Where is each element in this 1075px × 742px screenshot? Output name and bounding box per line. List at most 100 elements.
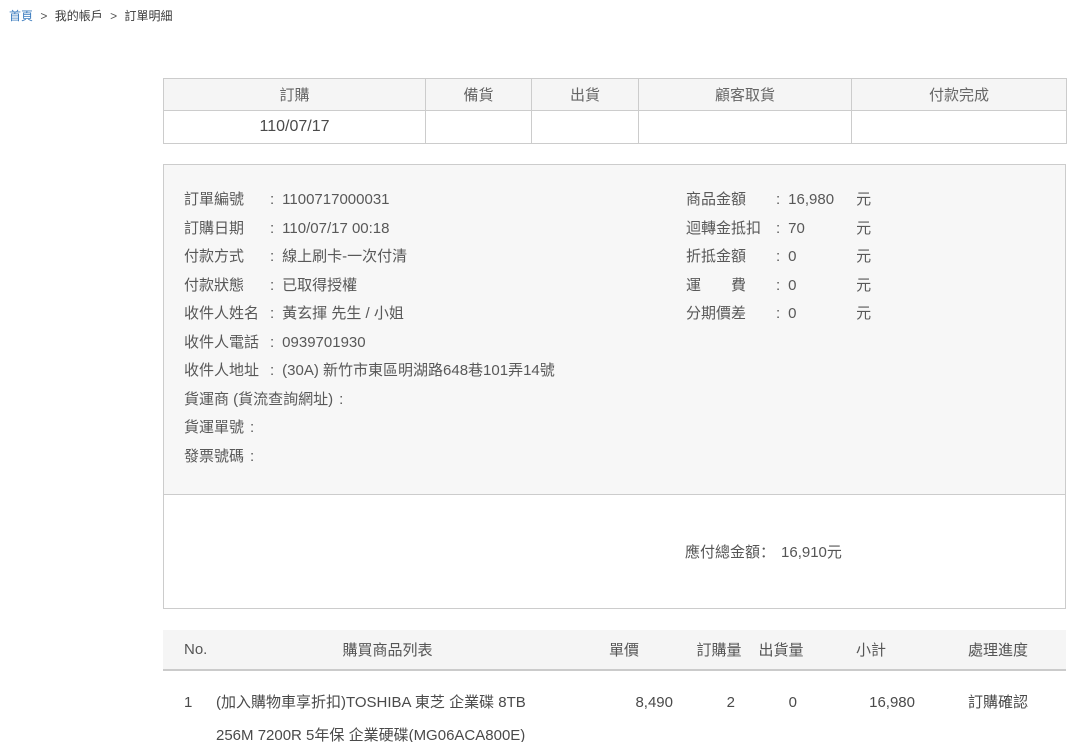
discount-amount-label: 折抵金額 bbox=[686, 243, 776, 272]
status-header-shipped: 出貨 bbox=[532, 79, 639, 111]
status-value-preparing bbox=[426, 111, 532, 144]
status-header-pickup: 顧客取貨 bbox=[639, 79, 852, 111]
order-total-section: 應付總金額： 16,910元 bbox=[164, 495, 1065, 608]
product-row-ship-qty: 0 bbox=[750, 670, 812, 742]
breadcrumb-home-link[interactable]: 首頁 bbox=[9, 9, 33, 23]
recipient-address-value: (30A) 新竹市東區明湖路648巷101弄14號 bbox=[282, 357, 555, 386]
payment-status-row: 付款狀態: 已取得授權 bbox=[184, 272, 686, 301]
currency-unit: 元 bbox=[856, 186, 871, 215]
colon: : bbox=[250, 443, 254, 472]
tracking-number-row: 貨運單號: bbox=[184, 414, 686, 443]
order-number-value: 1100717000031 bbox=[282, 186, 389, 215]
status-value-pickup bbox=[639, 111, 852, 144]
rebate-deduction-row: 迴轉金抵扣:70元 bbox=[686, 215, 1055, 244]
discount-amount-row: 折抵金額:0元 bbox=[686, 243, 1055, 272]
breadcrumb-account: 我的帳戶 bbox=[55, 9, 103, 23]
order-info-right-column: 商品金額:16,980元 迴轉金抵扣:70元 折抵金額:0元 運 費:0元 分期… bbox=[686, 186, 1055, 471]
colon: : bbox=[776, 186, 780, 215]
colon: : bbox=[339, 386, 343, 415]
product-row-no: 1 bbox=[163, 670, 215, 742]
order-date-row: 訂購日期:110/07/17 00:18 bbox=[184, 215, 686, 244]
product-header-name: 購買商品列表 bbox=[215, 630, 560, 670]
product-row-name: (加入購物車享折扣)TOSHIBA 東芝 企業碟 8TB 256M 7200R … bbox=[215, 670, 560, 742]
colon: : bbox=[270, 300, 274, 329]
colon: : bbox=[776, 272, 780, 301]
carrier-row: 貨運商 (貨流查詢網址): bbox=[184, 386, 686, 415]
goods-amount-label: 商品金額 bbox=[686, 186, 776, 215]
shipping-fee-label: 運 費 bbox=[686, 272, 776, 301]
product-row: 1 (加入購物車享折扣)TOSHIBA 東芝 企業碟 8TB 256M 7200… bbox=[163, 670, 1066, 742]
order-status-table: 訂購 備貨 出貨 顧客取貨 付款完成 110/07/17 bbox=[163, 78, 1067, 144]
goods-amount-value: 16,980 bbox=[788, 186, 856, 215]
product-row-subtotal: 16,980 bbox=[812, 670, 930, 742]
colon: : bbox=[776, 300, 780, 329]
discount-amount-value: 0 bbox=[788, 243, 856, 272]
order-info-box: 訂單編號:1100717000031 訂購日期:110/07/17 00:18 … bbox=[163, 164, 1066, 609]
product-row-unit-price: 8,490 bbox=[560, 670, 688, 742]
installment-difference-row: 分期價差:0元 bbox=[686, 300, 1055, 329]
order-date-label: 訂購日期 bbox=[184, 215, 270, 244]
currency-unit: 元 bbox=[856, 272, 871, 301]
order-detail-page: 訂購 備貨 出貨 顧客取貨 付款完成 110/07/17 訂單編號:110071… bbox=[163, 78, 1066, 742]
product-header-order-qty: 訂購量 bbox=[688, 630, 750, 670]
order-info-main: 訂單編號:1100717000031 訂購日期:110/07/17 00:18 … bbox=[164, 165, 1065, 495]
status-value-shipped bbox=[532, 111, 639, 144]
product-header-status: 處理進度 bbox=[930, 630, 1066, 670]
breadcrumb-current: 訂單明細 bbox=[124, 9, 172, 23]
product-table: No. 購買商品列表 單價 訂購量 出貨量 小計 處理進度 1 (加入購物車享折… bbox=[163, 630, 1066, 742]
status-header-paid: 付款完成 bbox=[852, 79, 1067, 111]
breadcrumb-separator: > bbox=[40, 9, 47, 23]
product-header-unit-price: 單價 bbox=[560, 630, 688, 670]
currency-unit: 元 bbox=[856, 215, 871, 244]
installment-difference-value: 0 bbox=[788, 300, 856, 329]
product-header-ship-qty: 出貨量 bbox=[750, 630, 812, 670]
product-header-no: No. bbox=[163, 630, 215, 670]
carrier-label: 貨運商 (貨流查詢網址) bbox=[184, 386, 333, 415]
colon: : bbox=[270, 329, 274, 358]
order-number-label: 訂單編號 bbox=[184, 186, 270, 215]
payable-total: 應付總金額： 16,910元 bbox=[164, 541, 842, 562]
recipient-phone-label: 收件人電話 bbox=[184, 329, 270, 358]
recipient-address-label: 收件人地址 bbox=[184, 357, 270, 386]
payment-method-value: 線上刷卡-一次付清 bbox=[282, 243, 407, 272]
invoice-number-row: 發票號碼: bbox=[184, 443, 686, 472]
status-value-ordered-date: 110/07/17 bbox=[164, 111, 426, 144]
tracking-number-label: 貨運單號 bbox=[184, 414, 244, 443]
colon: : bbox=[270, 357, 274, 386]
order-info-left-column: 訂單編號:1100717000031 訂購日期:110/07/17 00:18 … bbox=[184, 186, 686, 471]
status-header-row: 訂購 備貨 出貨 顧客取貨 付款完成 bbox=[164, 79, 1067, 111]
recipient-phone-value: 0939701930 bbox=[282, 329, 365, 358]
payment-method-row: 付款方式: 線上刷卡-一次付清 bbox=[184, 243, 686, 272]
order-number-row: 訂單編號:1100717000031 bbox=[184, 186, 686, 215]
shipping-fee-value: 0 bbox=[788, 272, 856, 301]
colon: : bbox=[270, 243, 274, 272]
status-header-preparing: 備貨 bbox=[426, 79, 532, 111]
payment-status-value: 已取得授權 bbox=[282, 272, 357, 301]
payable-total-label: 應付總金額： bbox=[685, 544, 775, 561]
colon: : bbox=[250, 414, 254, 443]
colon: : bbox=[270, 272, 274, 301]
recipient-name-label: 收件人姓名 bbox=[184, 300, 270, 329]
status-value-row: 110/07/17 bbox=[164, 111, 1067, 144]
shipping-fee-row: 運 費:0元 bbox=[686, 272, 1055, 301]
status-header-ordered: 訂購 bbox=[164, 79, 426, 111]
payment-method-label: 付款方式 bbox=[184, 243, 270, 272]
payable-total-value: 16,910元 bbox=[781, 544, 842, 561]
goods-amount-row: 商品金額:16,980元 bbox=[686, 186, 1055, 215]
product-header-row: No. 購買商品列表 單價 訂購量 出貨量 小計 處理進度 bbox=[163, 630, 1066, 670]
colon: : bbox=[776, 243, 780, 272]
product-row-order-qty: 2 bbox=[688, 670, 750, 742]
payment-status-label: 付款狀態 bbox=[184, 272, 270, 301]
product-header-subtotal: 小計 bbox=[812, 630, 930, 670]
installment-difference-label: 分期價差 bbox=[686, 300, 776, 329]
rebate-deduction-value: 70 bbox=[788, 215, 856, 244]
status-value-paid bbox=[852, 111, 1067, 144]
colon: : bbox=[270, 186, 274, 215]
recipient-name-row: 收件人姓名: 黃玄揮 先生 / 小姐 bbox=[184, 300, 686, 329]
colon: : bbox=[776, 215, 780, 244]
breadcrumb: 首頁 > 我的帳戶 > 訂單明細 bbox=[0, 0, 1075, 24]
recipient-name-value: 黃玄揮 先生 / 小姐 bbox=[282, 300, 404, 329]
currency-unit: 元 bbox=[856, 243, 871, 272]
invoice-number-label: 發票號碼 bbox=[184, 443, 244, 472]
currency-unit: 元 bbox=[856, 300, 871, 329]
